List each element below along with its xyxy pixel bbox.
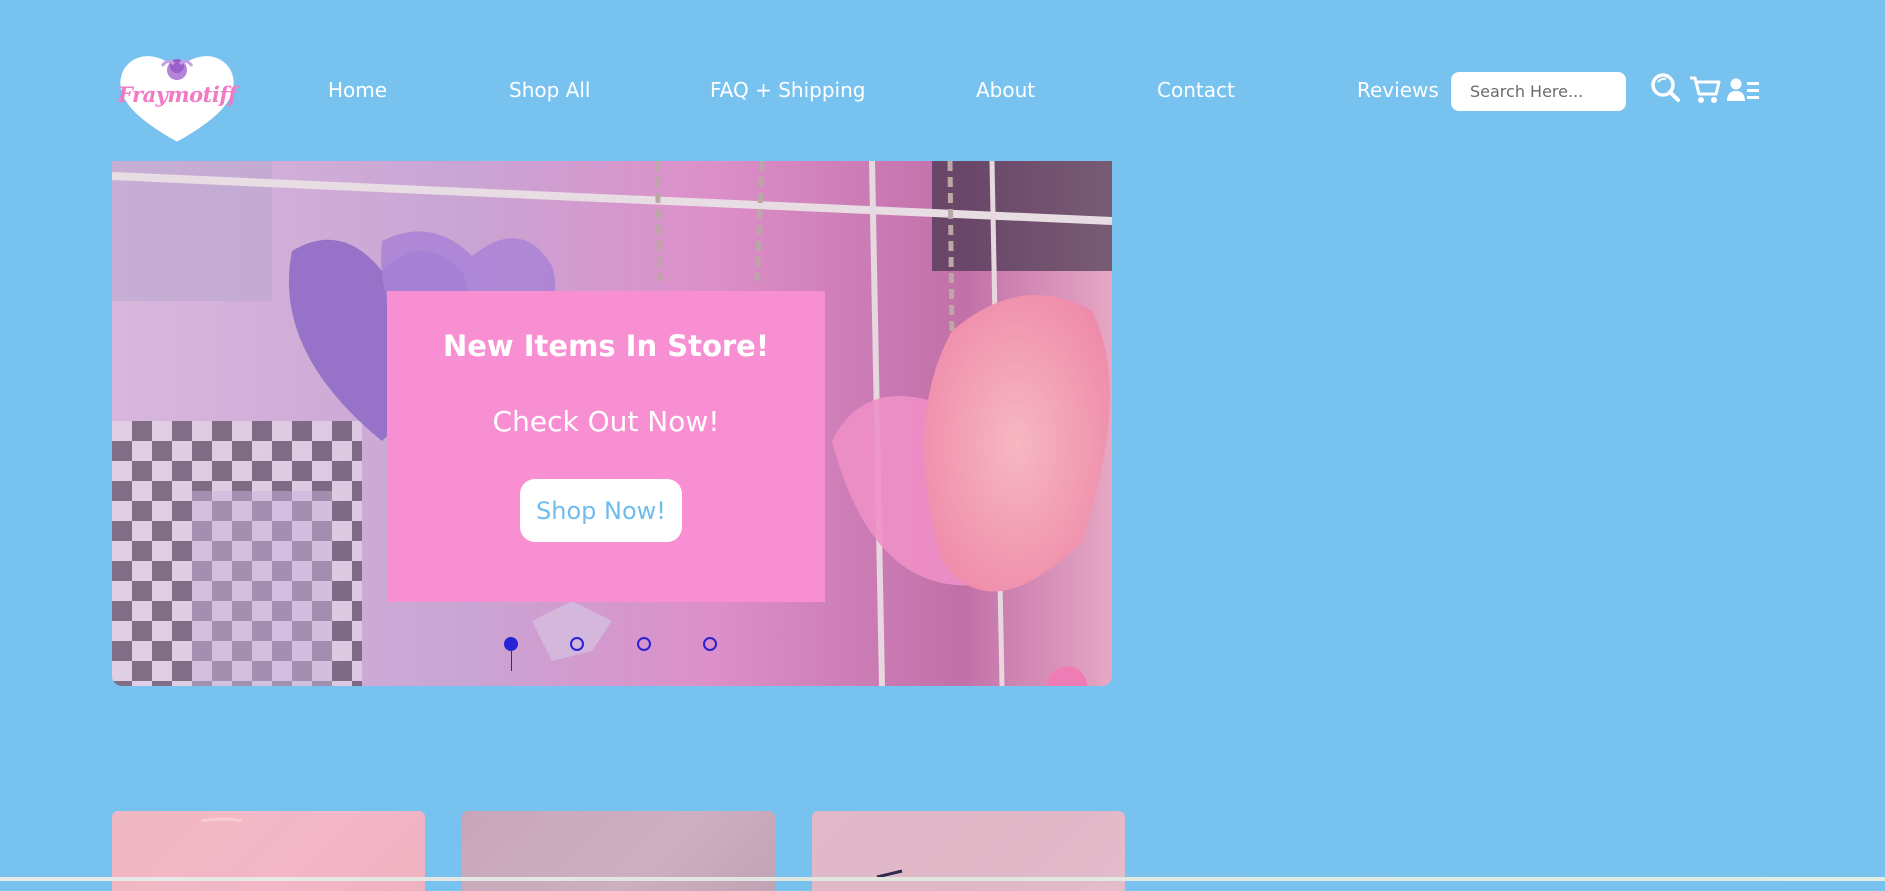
nav-about[interactable]: About [976, 78, 1035, 102]
nav-shop-all[interactable]: Shop All [509, 78, 590, 102]
carousel-dot-3[interactable] [637, 637, 651, 651]
nav-faq-shipping[interactable]: FAQ + Shipping [710, 78, 865, 102]
nav-contact[interactable]: Contact [1157, 78, 1235, 102]
cart-icon[interactable] [1688, 74, 1722, 106]
hero-carousel: New Items In Store! Check Out Now! Shop … [112, 161, 1112, 686]
hero-subheadline: Check Out Now! [492, 405, 720, 438]
nav-reviews[interactable]: Reviews [1357, 78, 1439, 102]
hero-headline: New Items In Store! [442, 329, 770, 363]
search-input[interactable] [1451, 72, 1626, 111]
scroll-bar-strip [0, 877, 1885, 881]
logo-text: Fraymotiff [118, 82, 237, 107]
shop-now-button[interactable]: Shop Now! [520, 479, 682, 542]
carousel-dot-1[interactable] [504, 637, 518, 651]
account-icon[interactable] [1726, 78, 1760, 102]
carousel-dot-indicator [511, 651, 512, 671]
nav-home[interactable]: Home [328, 78, 387, 102]
search-icon[interactable] [1650, 72, 1680, 106]
brand-logo[interactable]: Fraymotiff [118, 52, 237, 144]
carousel-dot-2[interactable] [570, 637, 584, 651]
carousel-dot-4[interactable] [703, 637, 717, 651]
hero-promo-card: New Items In Store! Check Out Now! Shop … [387, 291, 825, 602]
